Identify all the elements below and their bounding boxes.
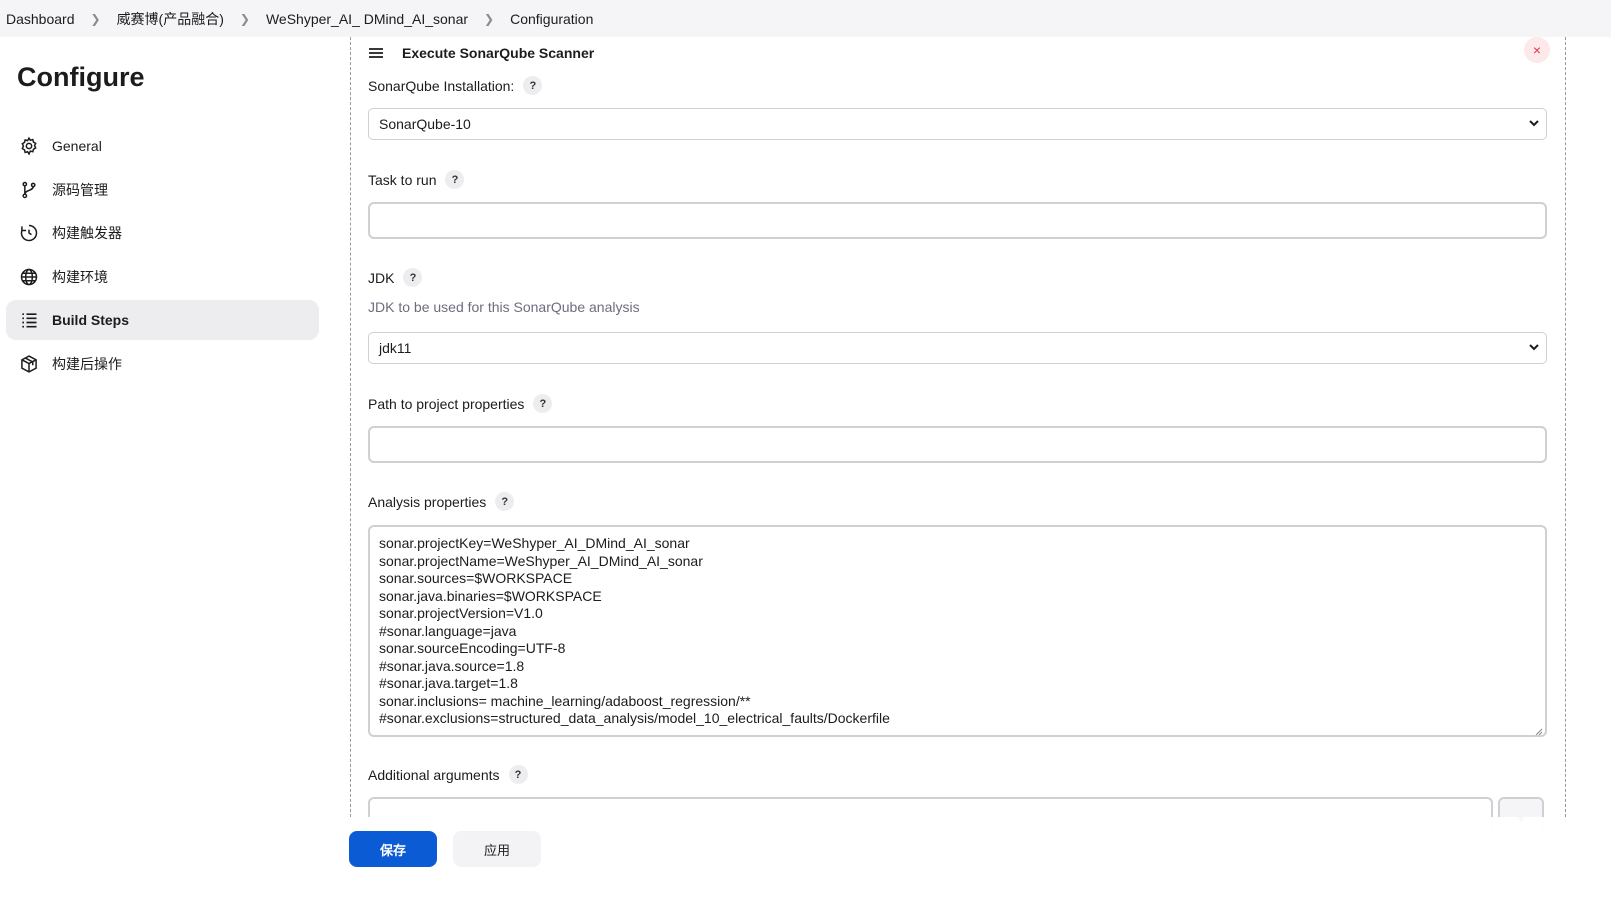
breadcrumb-job[interactable]: WeShyper_AI_ DMind_AI_sonar: [260, 11, 474, 27]
sidebar-item-label: Build Steps: [52, 312, 130, 328]
field-label-text: Path to project properties: [368, 395, 525, 412]
sidebar-item-label: 构建后操作: [52, 355, 122, 372]
help-icon[interactable]: ?: [445, 170, 465, 189]
branch-icon: [18, 179, 40, 201]
field-label-text: Analysis properties: [368, 493, 487, 510]
chevron-right-icon: ❯: [239, 11, 250, 26]
task-to-run-label: Task to run ?: [368, 170, 465, 189]
sidebar-item-label: 构建触发器: [52, 225, 122, 241]
sidebar-item-general[interactable]: General: [6, 126, 319, 166]
jdk-select[interactable]: jdk11: [368, 332, 1547, 364]
chevron-down-icon: [1528, 341, 1540, 353]
jdk-description: JDK to be used for this SonarQube analys…: [368, 299, 640, 315]
chevron-right-icon: ❯: [90, 11, 101, 26]
breadcrumb-folder[interactable]: 威赛博(产品融合): [111, 9, 230, 29]
field-label-text: Task to run: [368, 171, 437, 188]
close-icon: ×: [1532, 42, 1542, 58]
clock-icon: [18, 222, 40, 244]
help-icon[interactable]: ?: [533, 394, 553, 413]
property-line: sonar.projectVersion=V1.0: [379, 605, 543, 621]
sidebar-item-build-steps[interactable]: Build Steps: [6, 300, 319, 340]
field-label-text: SonarQube Installation:: [368, 77, 515, 94]
select-value: SonarQube-10: [379, 116, 471, 132]
analysis-properties-textarea[interactable]: sonar.projectKey=WeShyper_AI_DMind_AI_so…: [368, 525, 1547, 737]
field-label-text: Additional arguments: [368, 766, 500, 783]
drag-handle-icon[interactable]: [368, 47, 384, 59]
list-icon: [18, 309, 40, 331]
help-icon[interactable]: ?: [508, 765, 528, 784]
jdk-label: JDK ?: [368, 268, 423, 287]
sonarqube-installation-label: SonarQube Installation: ?: [368, 76, 543, 95]
property-line: sonar.java.binaries=$WORKSPACE: [379, 587, 602, 604]
select-value: jdk11: [379, 340, 412, 356]
analysis-properties-label: Analysis properties ?: [368, 492, 515, 511]
chevron-down-icon: [1528, 117, 1540, 129]
sidebar-item-post-build[interactable]: 构建后操作: [6, 344, 319, 384]
build-step-panel: Execute SonarQube Scanner × SonarQube In…: [350, 37, 1566, 837]
step-title: Execute SonarQube Scanner: [402, 45, 595, 61]
page-title: Configure: [17, 62, 145, 92]
gear-icon: [18, 135, 40, 157]
property-line: #sonar.language=java: [379, 622, 517, 639]
delete-step-button[interactable]: ×: [1524, 37, 1550, 63]
apply-button[interactable]: 应用: [453, 831, 541, 867]
additional-arguments-label: Additional arguments ?: [368, 765, 528, 784]
breadcrumb: Dashboard ❯ 威赛博(产品融合) ❯ WeShyper_AI_ DMi…: [0, 0, 1611, 37]
path-to-properties-input[interactable]: [368, 426, 1547, 463]
property-line: sonar.sources=$WORKSPACE: [379, 570, 573, 586]
globe-icon: [18, 266, 40, 288]
sidebar-item-label: 构建环境: [52, 268, 108, 285]
property-line: sonar.sourceEncoding=UTF-8: [379, 640, 566, 656]
sidebar-item-environment[interactable]: 构建环境: [6, 257, 319, 297]
property-line: sonar.inclusions= machine_learning/adabo…: [379, 692, 751, 709]
sidebar-item-scm[interactable]: 源码管理: [6, 170, 319, 210]
sidebar-item-label: General: [52, 138, 102, 154]
help-icon[interactable]: ?: [403, 268, 423, 287]
property-line: #sonar.java.target=1.8: [379, 675, 518, 691]
breadcrumb-configuration[interactable]: Configuration: [504, 11, 599, 27]
cube-icon: [18, 353, 40, 375]
sidebar-item-triggers[interactable]: 构建触发器: [6, 213, 319, 253]
field-label-text: JDK: [368, 269, 395, 286]
sonarqube-installation-select[interactable]: SonarQube-10: [368, 108, 1547, 140]
property-line: #sonar.exclusions=structured_data_analys…: [379, 710, 890, 726]
breadcrumb-dashboard[interactable]: Dashboard: [0, 11, 81, 27]
save-button[interactable]: 保存: [349, 831, 437, 867]
chevron-right-icon: ❯: [484, 11, 495, 26]
help-icon[interactable]: ?: [495, 492, 515, 511]
property-line: sonar.projectKey=WeShyper_AI_DMind_AI_so…: [379, 535, 690, 551]
step-header: Execute SonarQube Scanner: [368, 41, 594, 65]
property-line: sonar.projectName=WeShyper_AI_DMind_AI_s…: [379, 552, 703, 569]
sidebar-item-label: 源码管理: [52, 181, 108, 198]
property-line: #sonar.java.source=1.8: [379, 657, 525, 674]
task-to-run-input[interactable]: [368, 202, 1547, 239]
sidebar: General 源码管理 构建触发器 构建环境 Build Steps 构建后操…: [6, 126, 319, 387]
action-bar: 保存 应用: [320, 817, 1611, 901]
path-to-properties-label: Path to project properties ?: [368, 394, 553, 413]
resize-grip-icon[interactable]: [1533, 723, 1543, 735]
help-icon[interactable]: ?: [523, 76, 543, 95]
